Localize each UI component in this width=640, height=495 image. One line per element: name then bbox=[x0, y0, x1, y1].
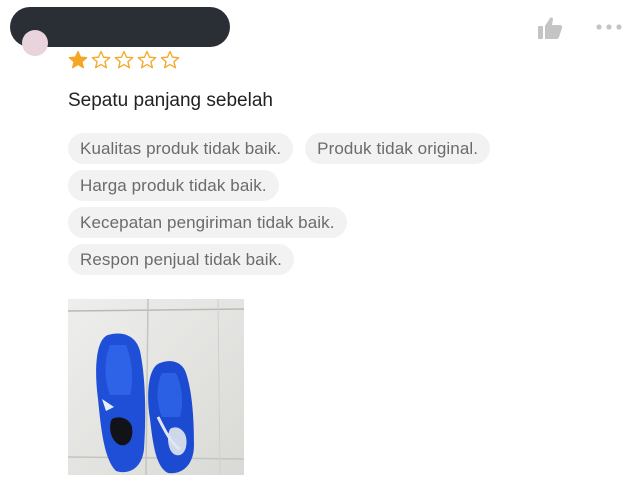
star-empty-icon bbox=[91, 50, 111, 69]
star-filled-icon bbox=[68, 50, 88, 69]
tag-chip: Kualitas produk tidak baik. bbox=[68, 133, 294, 164]
review-tags: Kualitas produk tidak baik. Produk tidak… bbox=[68, 133, 588, 281]
tag-chip: Produk tidak original. bbox=[305, 133, 491, 164]
tag-chip: Respon penjual tidak baik. bbox=[68, 244, 295, 275]
review-photo[interactable] bbox=[68, 299, 244, 475]
star-empty-icon bbox=[137, 50, 157, 69]
star-rating bbox=[68, 50, 180, 70]
star-empty-icon bbox=[114, 50, 134, 69]
tag-chip: Harga produk tidak baik. bbox=[68, 170, 279, 201]
shoes-photo-icon bbox=[68, 299, 244, 475]
thumbs-up-icon[interactable] bbox=[537, 16, 563, 40]
avatar bbox=[22, 30, 48, 56]
more-options-icon[interactable] bbox=[595, 20, 623, 34]
tag-chip: Kecepatan pengiriman tidak baik. bbox=[68, 207, 347, 238]
star-empty-icon bbox=[160, 50, 180, 69]
review-title: Sepatu panjang sebelah bbox=[68, 90, 273, 111]
